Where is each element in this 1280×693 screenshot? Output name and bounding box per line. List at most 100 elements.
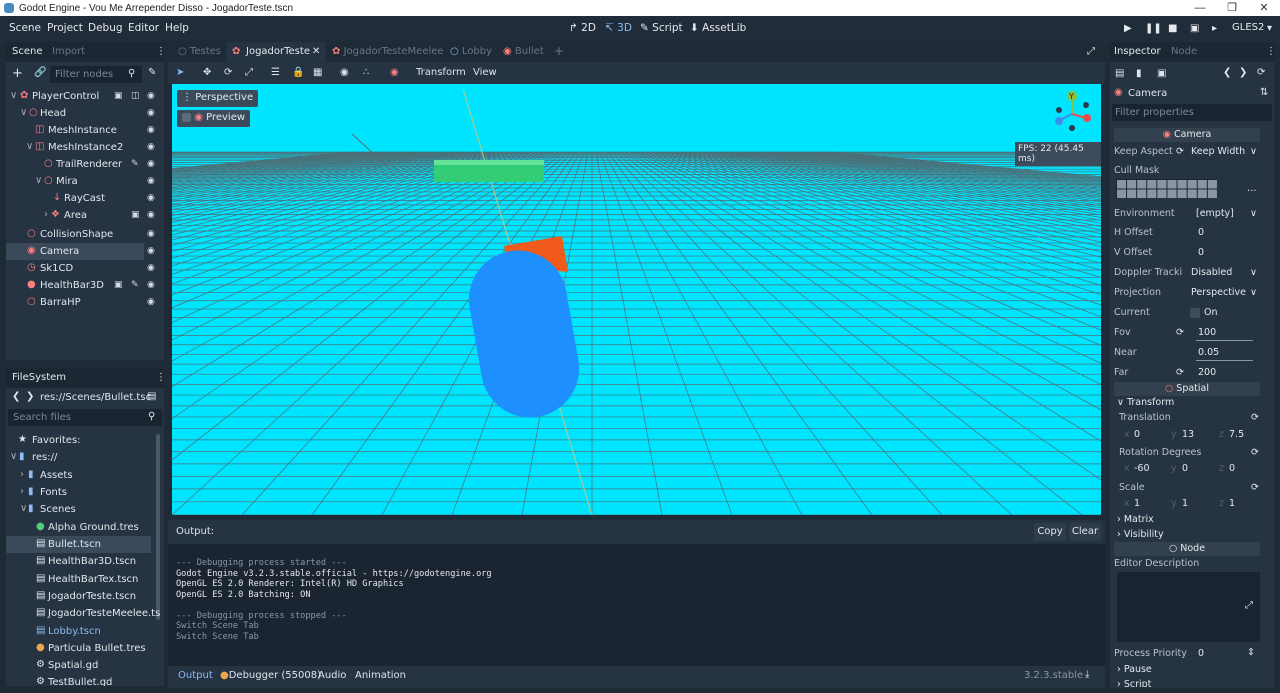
group-icon[interactable]: ▦ bbox=[313, 67, 322, 78]
expand-arrow-icon[interactable]: › bbox=[44, 209, 48, 220]
chevron-down-icon[interactable]: ∨ bbox=[1250, 146, 1257, 157]
add-tab-icon[interactable]: + bbox=[554, 44, 564, 58]
tree-node-mira[interactable]: ∨ ○ Mira ◉ bbox=[6, 173, 164, 190]
scale-x-field[interactable]: 1 bbox=[1134, 498, 1140, 509]
menu-debug[interactable]: Debug bbox=[88, 22, 123, 34]
visibility-eye-icon[interactable]: ◉ bbox=[147, 159, 155, 169]
visibility-eye-icon[interactable]: ◉ bbox=[147, 108, 155, 118]
fs-res-root[interactable]: ∨ ▮ res:// bbox=[6, 449, 154, 466]
3d-viewport[interactable]: ⋮ Perspective ◉ Preview FPS: 22 (45.45 m… bbox=[172, 84, 1101, 515]
perspective-menu[interactable]: ⋮ Perspective bbox=[177, 90, 259, 107]
object-properties-icon[interactable]: ⇅ bbox=[1260, 87, 1268, 98]
workspace-assetlib[interactable]: ⬇ AssetLib bbox=[690, 22, 746, 34]
chevron-down-icon[interactable]: ∨ bbox=[1250, 267, 1257, 278]
split-mode-icon[interactable]: ▤ bbox=[147, 391, 156, 402]
path-field[interactable]: res://Scenes/Bullet.tsc bbox=[40, 392, 151, 403]
scale-mode-icon[interactable]: ⤢ bbox=[245, 67, 253, 78]
tab-bullet[interactable]: ◉ Bullet bbox=[503, 46, 544, 57]
pause-group[interactable]: › Pause bbox=[1117, 664, 1152, 675]
preview-checkbox[interactable] bbox=[182, 112, 191, 122]
history-back-icon[interactable]: ❮ bbox=[1223, 67, 1231, 78]
visibility-eye-icon[interactable]: ◉ bbox=[147, 142, 155, 152]
link-icon[interactable]: 🔗 bbox=[34, 67, 46, 78]
search-files-input[interactable]: Search files ⚲ bbox=[8, 409, 162, 426]
close-tab-icon[interactable]: ✕ bbox=[312, 46, 320, 57]
far-field[interactable]: 200 bbox=[1198, 367, 1216, 378]
clear-button[interactable]: Clear bbox=[1069, 523, 1101, 541]
fs-favorites[interactable]: ★ Favorites: bbox=[6, 432, 154, 449]
visibility-group[interactable]: › Visibility bbox=[1117, 529, 1164, 540]
fs-folder-assets[interactable]: › ▮ Assets bbox=[6, 467, 154, 484]
dock-menu-icon[interactable]: ⋮ bbox=[1266, 46, 1276, 57]
pause-icon[interactable]: ❚❚ bbox=[1145, 23, 1162, 34]
reset-icon[interactable]: ⟳ bbox=[1251, 412, 1259, 423]
close-window-icon[interactable]: ✕ bbox=[1248, 0, 1280, 16]
reset-icon[interactable]: ⟳ bbox=[1251, 447, 1259, 458]
workspace-2d[interactable]: ↱ 2D bbox=[569, 22, 596, 34]
fs-folder-fonts[interactable]: › ▮ Fonts bbox=[6, 484, 154, 501]
workspace-script[interactable]: ✎ Script bbox=[640, 22, 683, 34]
camera-preview-icon[interactable]: ◉ bbox=[390, 67, 399, 78]
matrix-group[interactable]: › Matrix bbox=[1117, 514, 1154, 525]
reset-icon[interactable]: ⟳ bbox=[1176, 367, 1184, 378]
expand-arrow-icon[interactable]: › bbox=[20, 486, 24, 497]
tab-jogadorteste[interactable]: ✿ JogadorTeste ✕ bbox=[226, 42, 326, 62]
menu-project[interactable]: Project bbox=[47, 22, 83, 34]
doppler-select[interactable]: Disabled bbox=[1191, 267, 1232, 278]
fs-file-lobby[interactable]: ▤ Lobby.tscn bbox=[6, 623, 154, 640]
tree-node-healthbar3d[interactable]: ● HealthBar3D ▣ ✎ ◉ bbox=[6, 277, 164, 294]
projection-select[interactable]: Perspective bbox=[1191, 287, 1246, 298]
collapse-arrow-icon[interactable]: ∨ bbox=[20, 107, 27, 118]
transform-menu[interactable]: Transform bbox=[416, 67, 466, 78]
script-icon[interactable]: ✎ bbox=[131, 159, 139, 169]
transform-group[interactable]: ∨ Transform bbox=[1117, 397, 1174, 408]
dock-menu-icon[interactable]: ⋮ bbox=[156, 46, 166, 57]
visibility-eye-icon[interactable]: ◉ bbox=[147, 91, 155, 101]
group-icon[interactable]: ◫ bbox=[131, 91, 140, 101]
tab-lobby[interactable]: ○ Lobby bbox=[450, 46, 492, 57]
collapse-arrow-icon[interactable]: ∨ bbox=[10, 451, 17, 462]
fs-folder-scenes[interactable]: ∨ ▮ Scenes bbox=[6, 501, 154, 518]
visibility-eye-icon[interactable]: ◉ bbox=[147, 246, 155, 256]
back-icon[interactable]: ❮ bbox=[12, 391, 20, 402]
reset-icon[interactable]: ⟳ bbox=[1251, 482, 1259, 493]
minimize-icon[interactable]: — bbox=[1184, 0, 1216, 16]
menu-editor[interactable]: Editor bbox=[128, 22, 159, 34]
translation-y-field[interactable]: 13 bbox=[1182, 429, 1194, 440]
fov-slider[interactable] bbox=[1196, 340, 1253, 341]
cull-mask-layers[interactable] bbox=[1116, 179, 1217, 198]
visibility-eye-icon[interactable]: ◉ bbox=[147, 297, 155, 307]
reset-icon[interactable]: ⟳ bbox=[1176, 146, 1184, 157]
visibility-eye-icon[interactable]: ◉ bbox=[147, 193, 155, 203]
current-checkbox[interactable] bbox=[1190, 308, 1200, 318]
rotation-z-field[interactable]: 0 bbox=[1229, 463, 1235, 474]
collapse-arrow-icon[interactable]: ∨ bbox=[35, 175, 42, 186]
list-select-icon[interactable]: ☰ bbox=[271, 67, 280, 78]
renderer-select[interactable]: GLES2 bbox=[1232, 22, 1264, 33]
tab-filesystem[interactable]: FileSystem bbox=[12, 372, 66, 383]
filter-nodes-input[interactable]: Filter nodes ⚲ bbox=[50, 66, 142, 83]
visibility-eye-icon[interactable]: ◉ bbox=[147, 280, 155, 290]
dock-menu-icon[interactable]: ⋮ bbox=[156, 372, 166, 383]
tab-audio[interactable]: Audio bbox=[318, 670, 346, 681]
process-priority-field[interactable]: 0 bbox=[1198, 648, 1204, 659]
fs-file-bullet[interactable]: ▤ Bullet.tscn bbox=[6, 536, 151, 553]
visibility-eye-icon[interactable]: ◉ bbox=[147, 125, 155, 135]
tree-node-camera[interactable]: ◉ Camera bbox=[6, 243, 144, 260]
fov-field[interactable]: 100 bbox=[1198, 327, 1216, 338]
tab-debugger[interactable]: ●Debugger (55008) bbox=[220, 670, 321, 681]
script-attach-icon[interactable]: ✎ bbox=[148, 67, 156, 78]
play-scene-icon[interactable]: ▣ bbox=[1190, 23, 1199, 34]
group-icon[interactable]: ▣ bbox=[131, 210, 140, 220]
tab-node[interactable]: Node bbox=[1171, 46, 1197, 57]
keep-aspect-select[interactable]: Keep Width bbox=[1191, 146, 1245, 157]
script-icon[interactable]: ▣ bbox=[114, 91, 123, 101]
tab-jogadortestemeelee[interactable]: ✿ JogadorTesteMeelee bbox=[332, 46, 444, 57]
chevron-down-icon[interactable]: ∨ bbox=[1250, 208, 1257, 219]
inspected-object[interactable]: Camera bbox=[1128, 88, 1167, 99]
select-mode-icon[interactable]: ➤ bbox=[176, 67, 184, 78]
environment-resource[interactable]: [empty] bbox=[1196, 208, 1234, 219]
tree-node-meshinstance[interactable]: ◫ MeshInstance ◉ bbox=[6, 122, 164, 139]
v-offset-field[interactable]: 0 bbox=[1198, 247, 1204, 258]
visibility-eye-icon[interactable]: ◉ bbox=[147, 210, 155, 220]
